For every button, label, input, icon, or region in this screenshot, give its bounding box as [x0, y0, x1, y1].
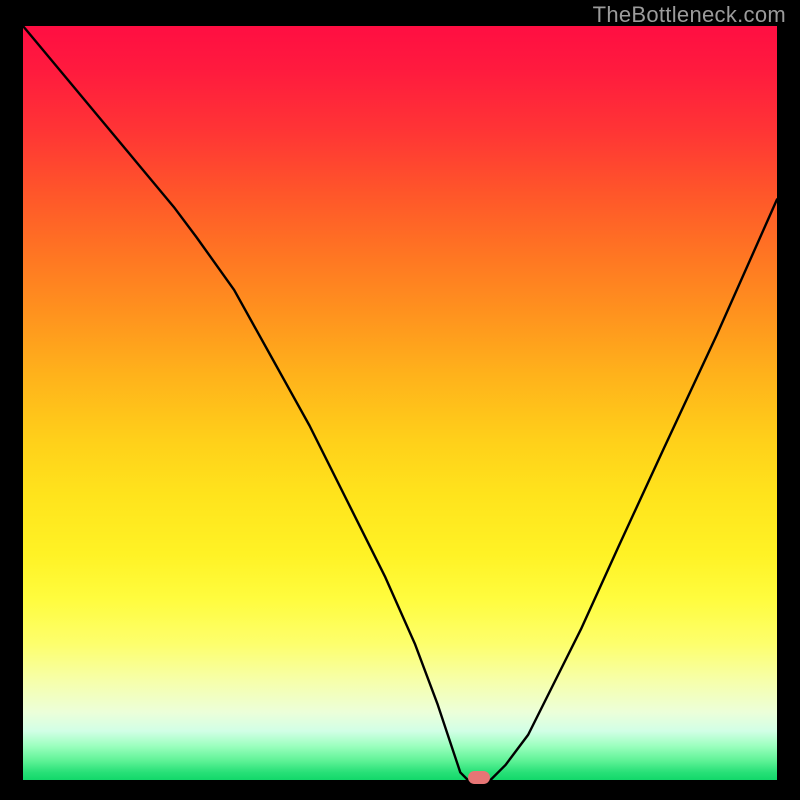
- chart-frame: TheBottleneck.com: [0, 0, 800, 800]
- plot-area: [23, 26, 777, 780]
- watermark-text: TheBottleneck.com: [593, 2, 786, 28]
- bottleneck-curve: [23, 26, 777, 780]
- optimal-marker: [468, 771, 490, 784]
